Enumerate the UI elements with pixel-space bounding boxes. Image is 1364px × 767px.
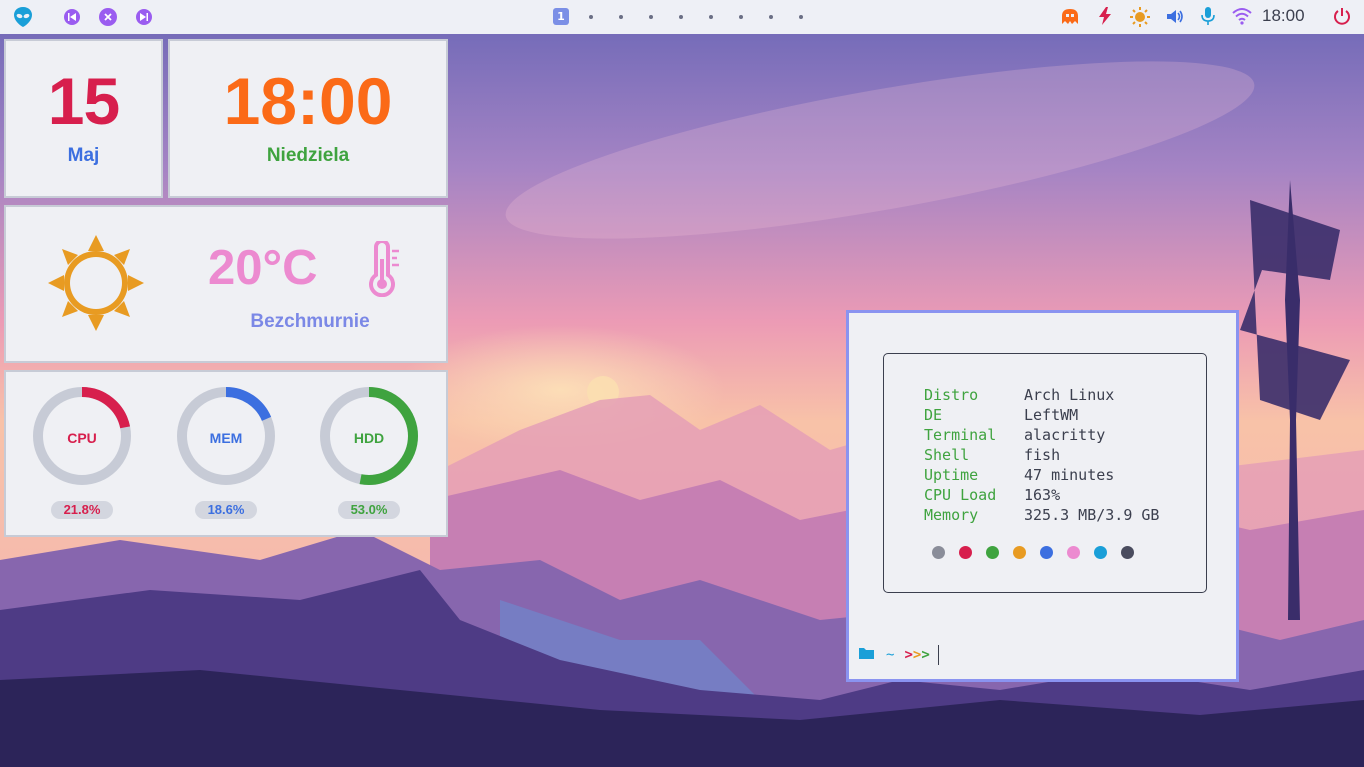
workspace-5[interactable] (679, 15, 683, 19)
palette-swatch (1013, 546, 1026, 559)
ghost-icon[interactable] (1061, 8, 1079, 25)
previous-track-icon[interactable] (64, 9, 80, 25)
workspace-1[interactable]: 1 (553, 8, 569, 25)
workspace-2[interactable] (589, 15, 593, 19)
workspace-3[interactable] (619, 15, 623, 19)
palette-swatch (932, 546, 945, 559)
wifi-icon[interactable] (1232, 7, 1252, 25)
temperature: 20°C (208, 241, 318, 295)
neofetch-info-box: Distro Arch Linux DE LeftWM Terminal alacri… (883, 353, 1207, 593)
cpu-label: CPU (67, 430, 97, 446)
folder-icon (859, 647, 874, 663)
palette-swatch (1067, 546, 1080, 559)
alien-head-icon[interactable] (12, 6, 34, 28)
sun-icon (46, 233, 146, 337)
weekday-label: Niedziela (266, 145, 350, 166)
close-icon[interactable] (99, 8, 117, 26)
prompt-arrows: >>> (904, 647, 930, 663)
palette-swatch (1094, 546, 1107, 559)
mem-label: MEM (209, 430, 243, 446)
microphone-icon[interactable] (1201, 7, 1215, 26)
hdd-gauge: HDD (317, 384, 421, 488)
palette-swatch (959, 546, 972, 559)
hdd-label: HDD (353, 430, 385, 446)
color-palette (932, 546, 1134, 559)
workspace-9[interactable] (799, 15, 803, 19)
weather-condition: Bezchmurnie (250, 311, 370, 332)
lightning-icon[interactable] (1098, 7, 1112, 25)
workspace-7[interactable] (739, 15, 743, 19)
system-stats-widget: CPU 21.8% MEM 18.6% HDD 53.0% (4, 370, 448, 537)
workspace-6[interactable] (709, 15, 713, 19)
month-label: Maj (67, 145, 100, 166)
cpu-gauge: CPU (30, 384, 134, 488)
brightness-icon[interactable] (1130, 7, 1150, 27)
shell-prompt[interactable]: ~ >>> (859, 645, 939, 665)
terminal-window[interactable]: Distro Arch Linux DE LeftWM Terminal alacri… (846, 310, 1239, 682)
workspace-8[interactable] (769, 15, 773, 19)
day-number: 15 (47, 64, 120, 138)
hdd-percent: 53.0% (338, 501, 400, 519)
mem-gauge: MEM (174, 384, 278, 488)
palette-swatch (1040, 546, 1053, 559)
text-cursor (937, 645, 939, 665)
date-widget: 15 Maj (4, 39, 163, 198)
palette-swatch (986, 546, 999, 559)
workspace-4[interactable] (649, 15, 653, 19)
next-track-icon[interactable] (136, 9, 152, 25)
time-display: 18:00 (223, 64, 393, 138)
prompt-directory: ~ (886, 647, 895, 663)
mem-percent: 18.6% (195, 501, 257, 519)
topbar-clock[interactable]: 18:00 (1262, 5, 1305, 27)
top-bar: 1 18:00 (0, 0, 1364, 34)
palette-swatch (1121, 546, 1134, 559)
cpu-percent: 21.8% (51, 501, 113, 519)
thermometer-icon (366, 239, 402, 301)
weather-widget: 20°C Bezchmurnie (4, 205, 448, 363)
power-icon[interactable] (1333, 7, 1351, 26)
volume-icon[interactable] (1166, 8, 1184, 25)
time-widget: 18:00 Niedziela (168, 39, 448, 198)
